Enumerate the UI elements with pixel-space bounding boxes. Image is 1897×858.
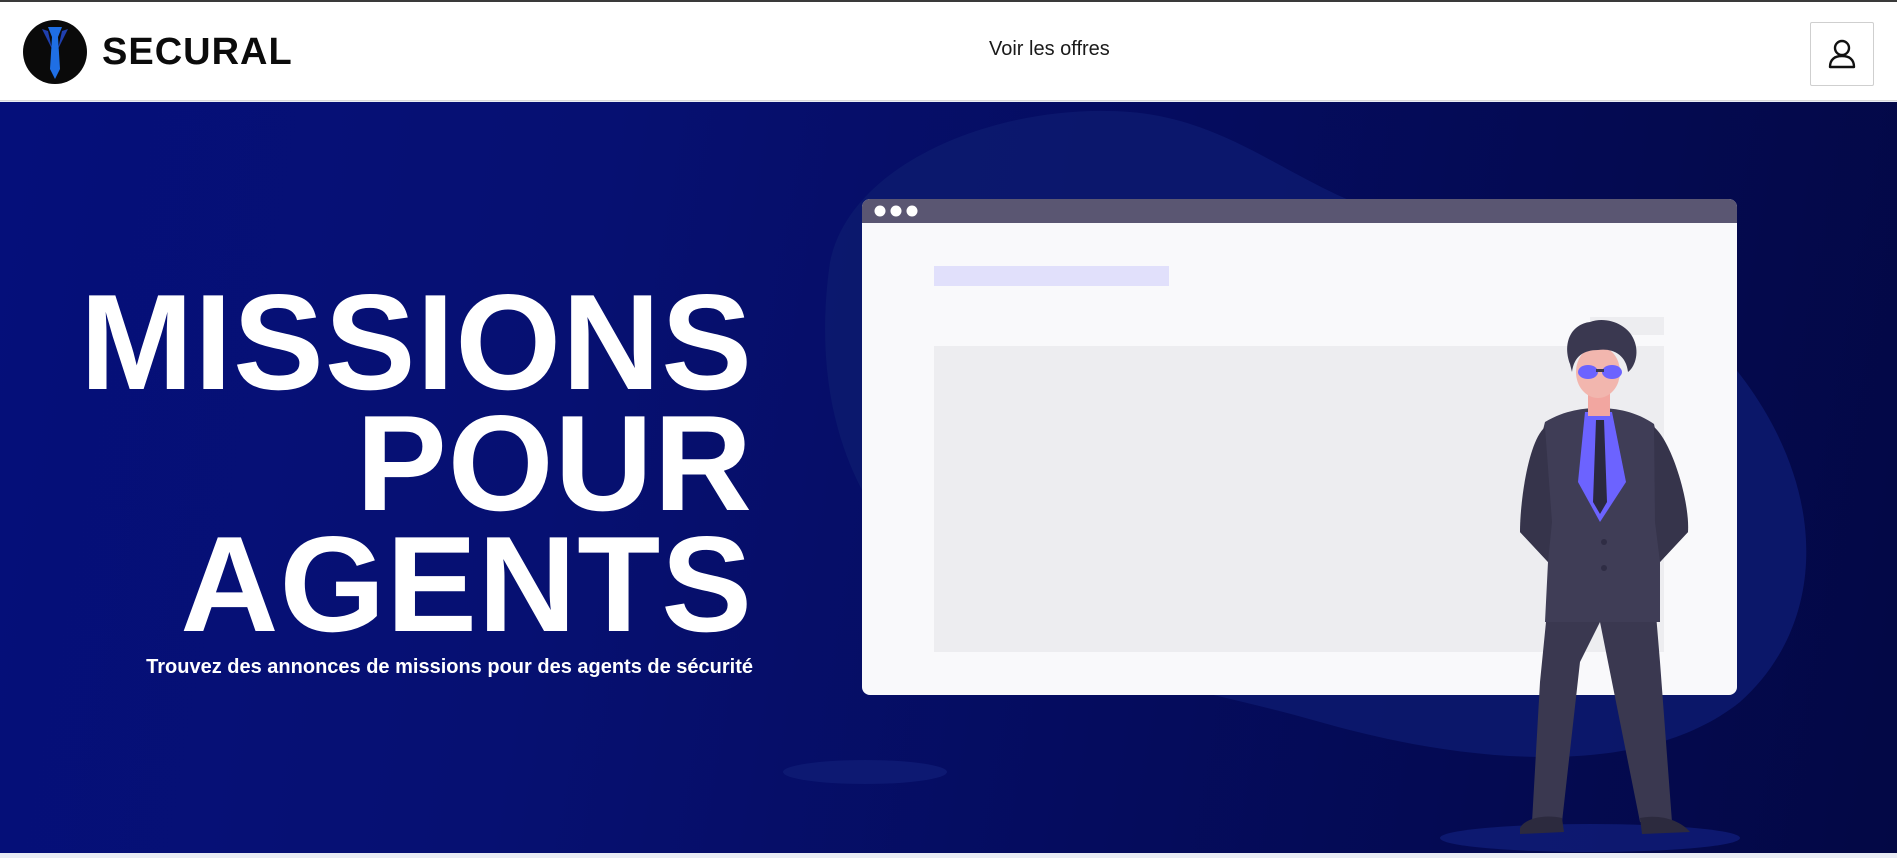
user-icon: [1828, 39, 1856, 69]
account-button[interactable]: [1810, 22, 1874, 86]
hero-headline: MISSIONS POUR AGENTS: [80, 266, 753, 660]
headline-line: MISSIONS: [80, 266, 753, 418]
navbar: SECURAL Voir les offres: [0, 2, 1897, 101]
headline-line: POUR: [356, 387, 753, 539]
hero-subtitle: Trouvez des annonces de missions pour de…: [146, 656, 753, 678]
hero-section: MISSIONS POUR AGENTS Trouvez des annonce…: [0, 102, 1897, 853]
brand-home-link[interactable]: SECURAL: [22, 20, 293, 84]
tie-logo-icon: [23, 20, 87, 84]
brand-name: SECURAL: [102, 30, 293, 73]
floor-shadow-left: [783, 760, 947, 784]
headline-line: AGENTS: [180, 508, 753, 660]
nav-link-offers[interactable]: Voir les offres: [989, 38, 1110, 61]
floor-shadow-right: [1440, 824, 1740, 852]
